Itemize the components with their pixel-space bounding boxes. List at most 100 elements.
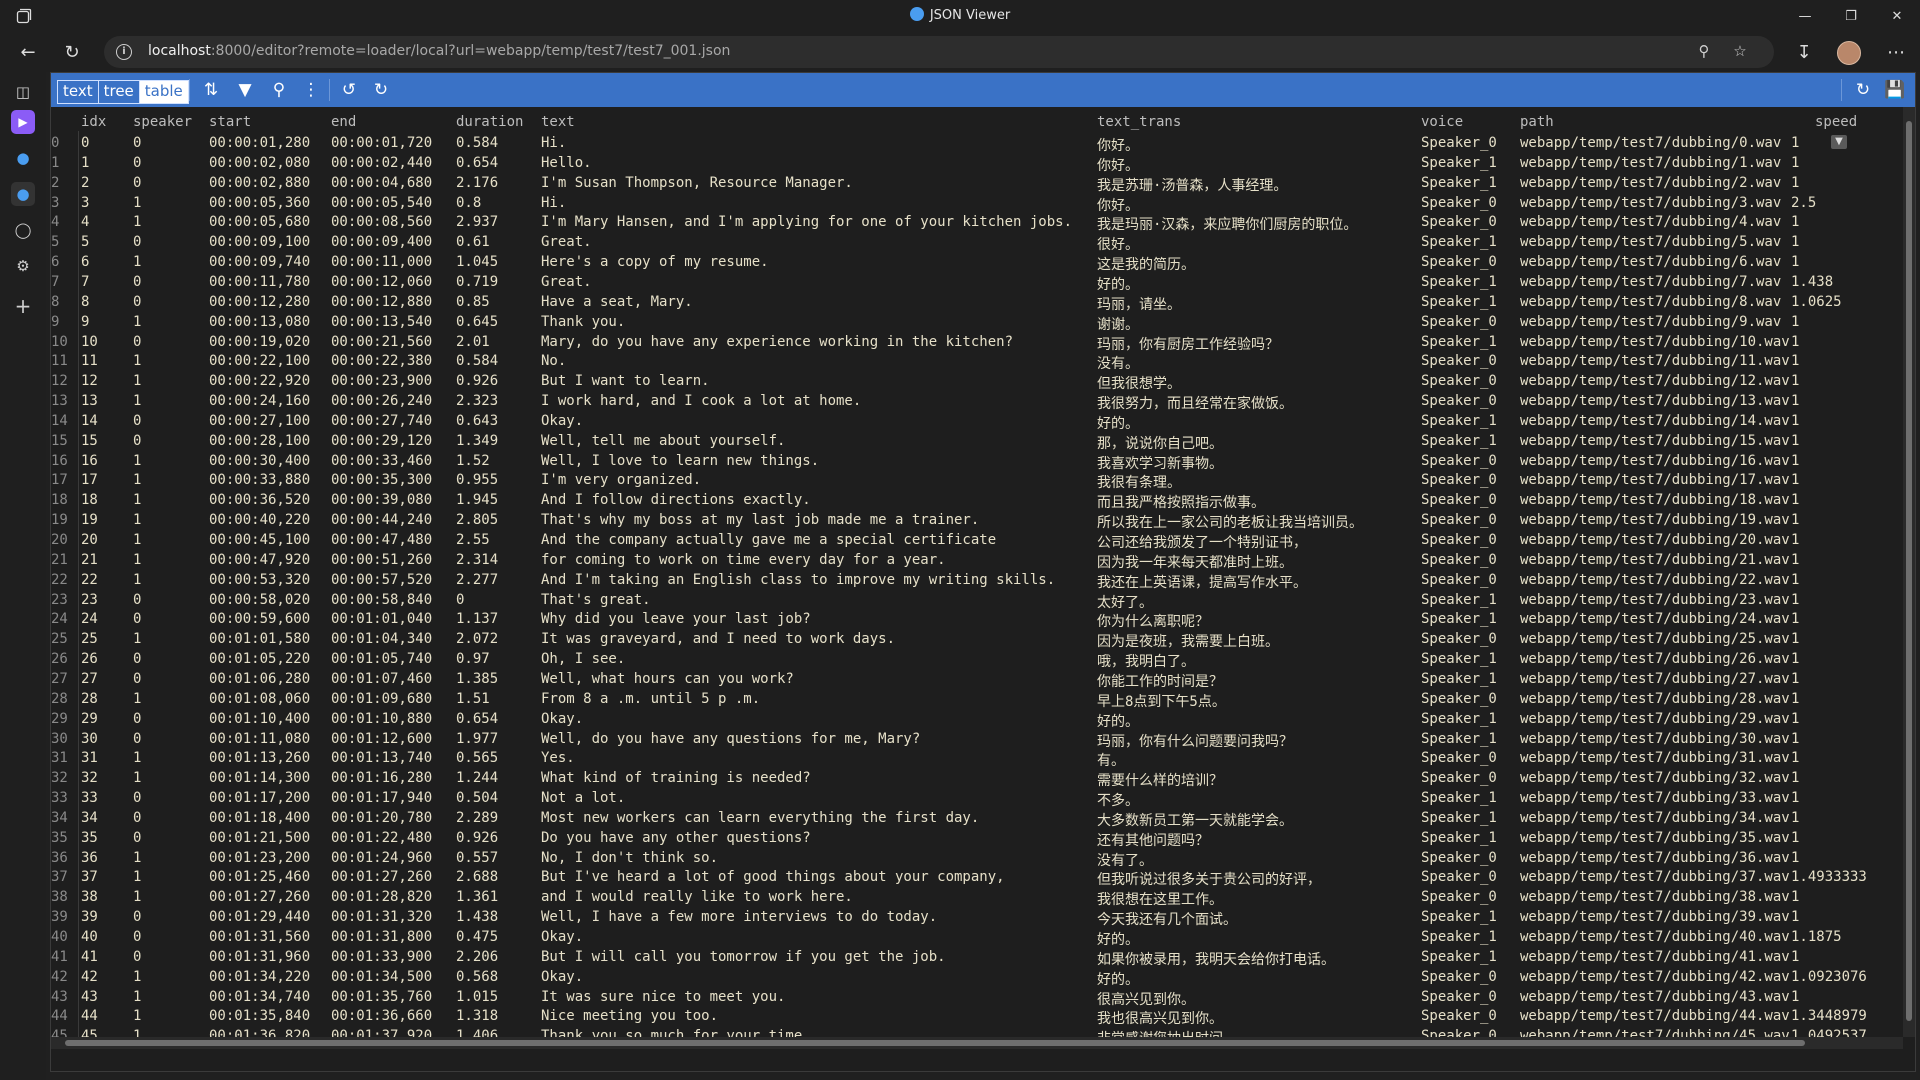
table-cell[interactable]: 25 — [81, 631, 98, 647]
table-cell[interactable]: 好的。 — [1097, 969, 1139, 989]
table-cell[interactable]: 1.3448979 — [1791, 1008, 1867, 1024]
table-cell[interactable]: 1 — [1791, 552, 1799, 568]
table-cell[interactable]: webapp/temp/test7/dubbing/23.wav — [1520, 592, 1790, 608]
table-cell[interactable]: Speaker_0 — [1421, 532, 1497, 548]
table-cell[interactable]: 00:01:06,280 — [209, 671, 310, 687]
reload-icon[interactable]: ↻ — [1851, 78, 1875, 102]
table-cell[interactable]: 有。 — [1097, 750, 1125, 770]
table-cell[interactable]: 1.361 — [456, 889, 498, 905]
table-cell[interactable]: 00:00:05,680 — [209, 214, 310, 230]
table-cell[interactable]: webapp/temp/test7/dubbing/30.wav — [1520, 731, 1790, 747]
table-cell[interactable]: 00:00:12,280 — [209, 294, 310, 310]
table-cell[interactable]: 玛丽，你有什么问题要问我吗？ — [1097, 731, 1293, 751]
table-cell[interactable]: I'm very organized. — [541, 472, 701, 488]
table-cell[interactable]: 1 — [1791, 750, 1799, 766]
table-cell[interactable]: 00:00:47,920 — [209, 552, 310, 568]
table-cell[interactable]: That's great. — [541, 592, 651, 608]
table-cell[interactable]: 0 — [133, 949, 141, 965]
table-cell[interactable]: 00:01:08,060 — [209, 691, 310, 707]
table-cell[interactable]: 0.955 — [456, 472, 498, 488]
table-cell[interactable]: 00:00:19,020 — [209, 334, 310, 350]
table-cell[interactable]: Hi. — [541, 195, 566, 211]
table-cell[interactable]: Speaker_0 — [1421, 750, 1497, 766]
table-cell[interactable]: webapp/temp/test7/dubbing/12.wav — [1520, 373, 1790, 389]
table-cell[interactable]: 1 — [133, 572, 141, 588]
table-cell[interactable]: 0.557 — [456, 850, 498, 866]
table-cell[interactable]: 36 — [81, 850, 98, 866]
table-cell[interactable]: 34 — [81, 810, 98, 826]
table-cell[interactable]: for coming to work on time every day for… — [541, 552, 946, 568]
table-cell[interactable]: 0.584 — [456, 135, 498, 151]
table-cell[interactable]: Speaker_1 — [1421, 830, 1497, 846]
table-cell[interactable]: 00:01:33,900 — [331, 949, 432, 965]
table-cell[interactable]: Speaker_1 — [1421, 651, 1497, 667]
table-cell[interactable]: 00:01:31,800 — [331, 929, 432, 945]
table-cell[interactable]: 00:00:51,260 — [331, 552, 432, 568]
table-cell[interactable]: 43 — [81, 989, 98, 1005]
table-cell[interactable]: webapp/temp/test7/dubbing/3.wav — [1520, 195, 1781, 211]
table-cell[interactable]: 1 — [1791, 889, 1799, 905]
table-cell[interactable]: 1 — [1791, 254, 1799, 270]
table-cell[interactable]: 1.977 — [456, 731, 498, 747]
table-cell[interactable]: 0.645 — [456, 314, 498, 330]
table-cell[interactable]: 0 — [133, 175, 141, 191]
table-cell[interactable]: 我是玛丽·汉森，来应聘你们厨房的职位。 — [1097, 214, 1357, 234]
table-cell[interactable]: 1 — [1791, 234, 1799, 250]
mode-text-button[interactable]: text — [58, 81, 99, 103]
table-cell[interactable]: 1 — [133, 969, 141, 985]
table-cell[interactable]: 12 — [81, 373, 98, 389]
table-cell[interactable]: 45 — [81, 1028, 98, 1037]
table-cell[interactable]: Most new workers can learn everything th… — [541, 810, 979, 826]
table-cell[interactable]: 我还在上英语课，提高写作水平。 — [1097, 572, 1307, 592]
table-cell[interactable]: 0 — [133, 413, 141, 429]
table-cell[interactable]: 哦，我明白了。 — [1097, 651, 1195, 671]
table-cell[interactable]: webapp/temp/test7/dubbing/26.wav — [1520, 651, 1790, 667]
table-cell[interactable]: 00:00:35,300 — [331, 472, 432, 488]
table-cell[interactable]: 00:00:11,780 — [209, 274, 310, 290]
zoom-icon[interactable]: ⚲ — [1694, 42, 1714, 62]
address-bar[interactable]: i localhost:8000/editor?remote=loader/lo… — [104, 36, 1774, 68]
table-cell[interactable]: 00:00:12,060 — [331, 274, 432, 290]
table-cell[interactable]: 你为什么离职呢？ — [1097, 611, 1209, 631]
table-cell[interactable]: 00:00:24,160 — [209, 393, 310, 409]
table-cell[interactable]: 1 — [1791, 909, 1799, 925]
settings-gear-icon[interactable]: ⚙ — [11, 254, 35, 278]
table-cell[interactable]: webapp/temp/test7/dubbing/43.wav — [1520, 989, 1790, 1005]
table-cell[interactable]: 你好。 — [1097, 135, 1139, 155]
table-cell[interactable]: 00:01:07,460 — [331, 671, 432, 687]
table-cell[interactable]: Why did you leave your last job? — [541, 611, 811, 627]
url-text[interactable]: localhost:8000/editor?remote=loader/loca… — [148, 43, 730, 59]
table-cell[interactable]: Speaker_1 — [1421, 810, 1497, 826]
scroll-thumb[interactable] — [1906, 121, 1912, 1021]
table-cell[interactable]: Nice meeting you too. — [541, 1008, 718, 1024]
table-cell[interactable]: webapp/temp/test7/dubbing/34.wav — [1520, 810, 1790, 826]
more-options-icon[interactable]: ⋮ — [299, 78, 323, 102]
table-cell[interactable]: 00:01:34,740 — [209, 989, 310, 1005]
table-cell[interactable]: 10 — [81, 334, 98, 350]
table-cell[interactable]: 1 — [133, 631, 141, 647]
table-cell[interactable]: 1 — [133, 1008, 141, 1024]
table-cell[interactable]: 33 — [81, 790, 98, 806]
table-cell[interactable]: 1 — [1791, 314, 1799, 330]
table-cell[interactable]: 00:00:12,880 — [331, 294, 432, 310]
restore-button[interactable]: ❐ — [1828, 0, 1874, 32]
table-cell[interactable]: webapp/temp/test7/dubbing/28.wav — [1520, 691, 1790, 707]
cell-dropdown-icon[interactable]: ▼ — [1831, 135, 1847, 149]
table-cell[interactable]: 我喜欢学习新事物。 — [1097, 453, 1223, 473]
table-cell[interactable]: 1 — [133, 989, 141, 1005]
table-cell[interactable]: 1.244 — [456, 770, 498, 786]
table-cell[interactable]: 18 — [81, 492, 98, 508]
table-cell[interactable]: Speaker_1 — [1421, 294, 1497, 310]
table-cell[interactable]: 1 — [133, 393, 141, 409]
table-cell[interactable]: Thank you so much for your time. — [541, 1028, 811, 1037]
table-cell[interactable]: 非常感谢您抽出时间。 — [1097, 1028, 1237, 1037]
table-cell[interactable]: Speaker_0 — [1421, 770, 1497, 786]
table-cell[interactable]: 1 — [1791, 334, 1799, 350]
column-header-text[interactable]: text — [541, 114, 575, 130]
table-cell[interactable]: 没有。 — [1097, 353, 1139, 373]
table-cell[interactable]: 0 — [133, 810, 141, 826]
table-cell[interactable]: 1.52 — [456, 453, 490, 469]
table-cell[interactable]: Well, what hours can you work? — [541, 671, 794, 687]
table-cell[interactable]: 27 — [81, 671, 98, 687]
table-cell[interactable]: Speaker_1 — [1421, 671, 1497, 687]
